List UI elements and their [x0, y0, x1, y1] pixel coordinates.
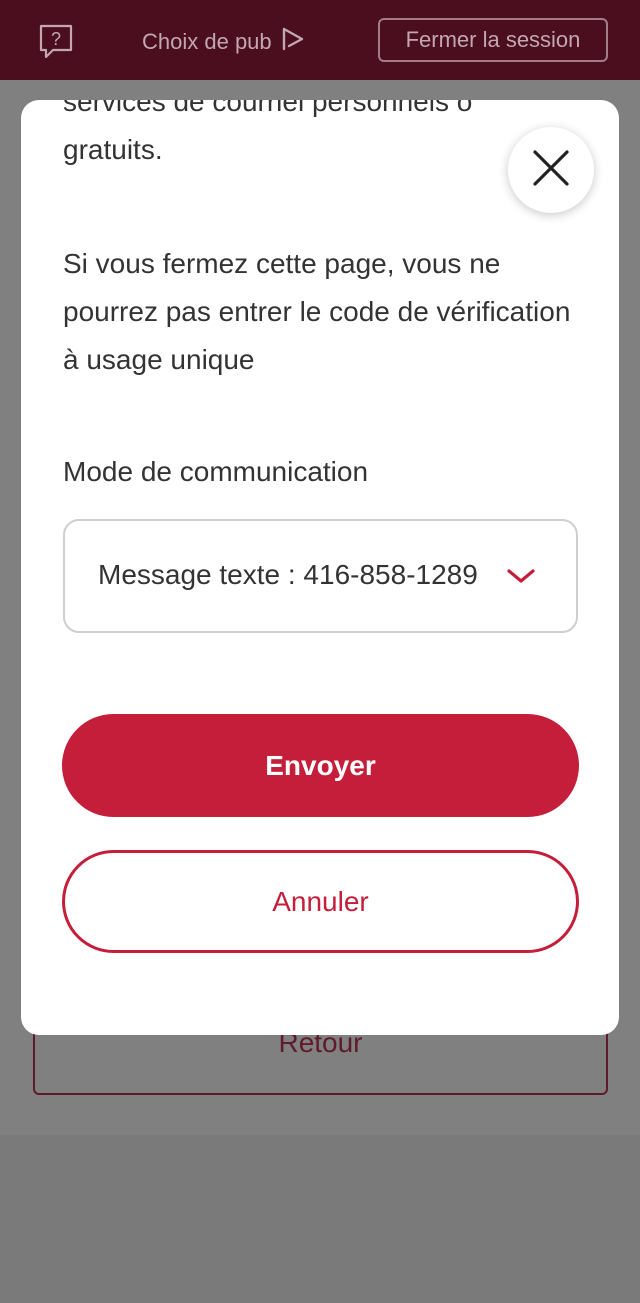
close-button[interactable] — [508, 127, 594, 213]
modal-clipped-text: services de courriel personnels o gratui… — [63, 100, 533, 174]
verification-modal: services de courriel personnels o gratui… — [21, 100, 619, 1035]
communication-mode-select[interactable]: Message texte : 416-858-1289 — [63, 519, 578, 633]
warning-text: Si vous fermez cette page, vous ne pourr… — [63, 248, 571, 375]
adchoices-play-icon — [280, 26, 306, 58]
communication-mode-label: Mode de communication — [63, 456, 369, 487]
help-button[interactable]: ? — [37, 24, 75, 62]
send-button[interactable]: Envoyer — [62, 714, 579, 817]
text-gratuits: gratuits. — [63, 134, 163, 165]
chevron-down-icon — [506, 568, 536, 589]
page-lower-area — [0, 1135, 640, 1303]
svg-text:?: ? — [51, 29, 61, 49]
selected-value: Message texte : 416-858-1289 — [98, 559, 478, 590]
close-icon — [531, 148, 571, 193]
adchoice-label: Choix de pub — [142, 29, 272, 54]
clipped-line: services de courriel personnels o — [63, 100, 473, 117]
help-speech-bubble-icon: ? — [37, 22, 75, 65]
adchoice-link[interactable]: Choix de pub — [142, 26, 306, 58]
top-header-bar: ? Choix de pub Fermer la session — [0, 0, 640, 80]
logout-button[interactable]: Fermer la session — [378, 18, 608, 62]
cancel-button[interactable]: Annuler — [62, 850, 579, 953]
